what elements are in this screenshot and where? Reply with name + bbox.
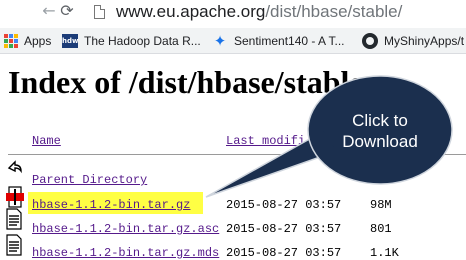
- file-size: 1.1K: [370, 246, 399, 260]
- divider: [8, 154, 466, 155]
- file-link-asc[interactable]: hbase-1.1.2-bin.tar.gz.asc: [32, 222, 219, 236]
- callout-line-2: Download: [342, 132, 418, 151]
- text-file-icon: [6, 234, 22, 256]
- back-folder-icon: [7, 160, 22, 174]
- callout-line-1: Click to: [352, 111, 408, 130]
- file-size: 801: [370, 222, 392, 236]
- file-link-tar-gz[interactable]: hbase-1.1.2-bin.tar.gz: [32, 198, 190, 212]
- file-size: 98M: [370, 198, 392, 212]
- archive-file-icon: [6, 186, 24, 208]
- callout-text: Click to Download: [320, 110, 440, 152]
- text-file-icon: [6, 208, 22, 230]
- file-date: 2015-08-27 03:57: [226, 222, 342, 236]
- file-date: 2015-08-27 03:57: [226, 246, 342, 260]
- column-header-last-modified[interactable]: Last modifi: [226, 134, 305, 148]
- parent-directory-link[interactable]: Parent Directory: [32, 173, 147, 187]
- file-link-mds[interactable]: hbase-1.1.2-bin.tar.gz.mds: [32, 246, 219, 260]
- file-date: 2015-08-27 03:57: [226, 198, 342, 212]
- column-header-name[interactable]: Name: [32, 134, 61, 148]
